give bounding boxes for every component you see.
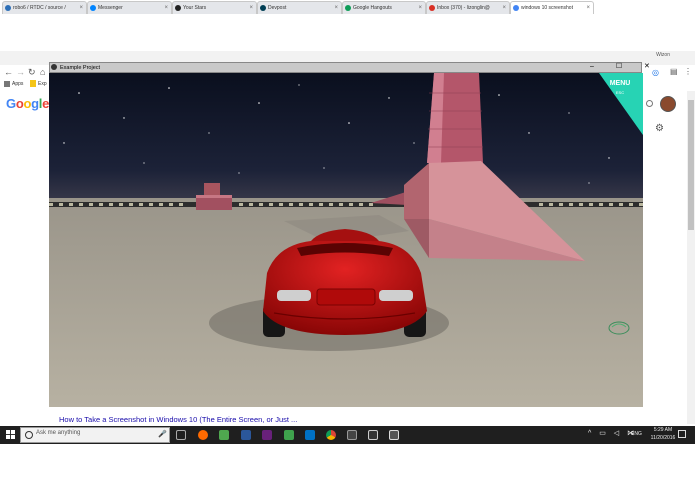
night-sky xyxy=(49,73,643,203)
chrome-icon[interactable] xyxy=(326,430,336,440)
tab-favicon-icon xyxy=(429,5,435,11)
cortana-icon xyxy=(25,431,33,439)
system-tray-icons[interactable]: ^ ▭ ◁ ⋈ xyxy=(588,429,637,437)
search-placeholder: Ask me anything xyxy=(36,430,81,436)
browser-tab[interactable]: Devpost × xyxy=(257,1,342,14)
menu-dots-icon[interactable]: ⋮ xyxy=(684,67,692,76)
browser-tab-active[interactable]: windows 10 screenshot × xyxy=(510,1,594,14)
search-result-link[interactable]: How to Take a Screenshot in Windows 10 (… xyxy=(59,415,297,424)
tower xyxy=(427,73,483,163)
word-icon[interactable] xyxy=(241,430,251,440)
close-tab-icon[interactable]: × xyxy=(586,2,590,14)
browser-tab[interactable]: Your Stars × xyxy=(172,1,257,14)
browser-tab[interactable]: robo6 / RTDC / source / × xyxy=(2,1,87,14)
ubuntu-icon[interactable] xyxy=(198,430,208,440)
game-menu-shortcut: ESC xyxy=(615,90,625,95)
close-tab-icon[interactable]: × xyxy=(502,2,506,14)
game-window-title: Example Project xyxy=(60,65,101,71)
tab-favicon-icon xyxy=(345,5,351,11)
steam-icon[interactable] xyxy=(347,430,357,440)
close-tab-icon[interactable]: × xyxy=(334,2,338,14)
tab-favicon-icon xyxy=(513,5,519,11)
bookmark-item[interactable]: Exp xyxy=(38,81,47,87)
game-menu-button[interactable]: MENU xyxy=(600,80,640,87)
taskbar-clock-date[interactable]: 11/20/2016 xyxy=(645,435,681,441)
forward-arrow-icon[interactable]: → xyxy=(16,66,25,78)
folder-icon xyxy=(30,80,36,87)
home-icon[interactable]: ⌂ xyxy=(40,66,45,78)
file-explorer-icon[interactable] xyxy=(219,430,229,440)
bookmark-apps[interactable]: Apps xyxy=(12,81,23,87)
track-border xyxy=(49,202,643,207)
close-tab-icon[interactable]: × xyxy=(418,2,422,14)
language-indicator[interactable]: ENG xyxy=(631,431,642,437)
tab-favicon-icon xyxy=(260,5,266,11)
visual-studio-icon[interactable] xyxy=(262,430,272,440)
scrollbar-thumb[interactable] xyxy=(688,100,694,230)
game-viewport[interactable] xyxy=(49,73,643,407)
tab-favicon-icon xyxy=(5,5,11,11)
windows-start-icon[interactable] xyxy=(6,430,15,439)
close-tab-icon[interactable]: × xyxy=(79,2,83,14)
unity-app-icon xyxy=(51,64,57,70)
close-tab-icon[interactable]: × xyxy=(164,2,168,14)
window-user-label: Wizon xyxy=(656,52,670,58)
browser-tab[interactable]: Inbox (370) - lizonglin@ × xyxy=(426,1,510,14)
avatar[interactable] xyxy=(660,96,676,112)
reload-icon[interactable]: ↻ xyxy=(28,66,36,78)
window-controls[interactable]: – ☐ ✕ xyxy=(590,62,660,70)
gear-icon[interactable]: ⚙ xyxy=(655,123,664,134)
microphone-icon[interactable]: 🎤 xyxy=(158,430,167,438)
browser-tab[interactable]: Messenger × xyxy=(87,1,172,14)
notification-center-icon[interactable] xyxy=(678,430,686,438)
unity-icon[interactable] xyxy=(368,430,378,440)
google-apps-icon[interactable] xyxy=(646,100,653,107)
notepad-plus-icon[interactable] xyxy=(284,430,294,440)
game-window-titlebar[interactable]: Example Project xyxy=(49,62,642,73)
unity-game-icon[interactable] xyxy=(389,430,399,440)
vscode-icon[interactable] xyxy=(305,430,315,440)
profile-icon[interactable]: ▤ xyxy=(670,67,678,76)
tab-favicon-icon xyxy=(90,5,96,11)
back-arrow-icon[interactable]: ← xyxy=(4,66,13,78)
google-logo[interactable]: Google xyxy=(6,96,49,111)
taskbar-clock-time[interactable]: 5:29 AM xyxy=(648,427,678,433)
task-view-icon[interactable] xyxy=(176,430,186,440)
tab-favicon-icon xyxy=(175,5,181,11)
close-tab-icon[interactable]: × xyxy=(249,2,253,14)
game-scene xyxy=(49,73,643,407)
browser-tab[interactable]: Google Hangouts × xyxy=(342,1,426,14)
apps-grid-icon xyxy=(4,81,10,87)
